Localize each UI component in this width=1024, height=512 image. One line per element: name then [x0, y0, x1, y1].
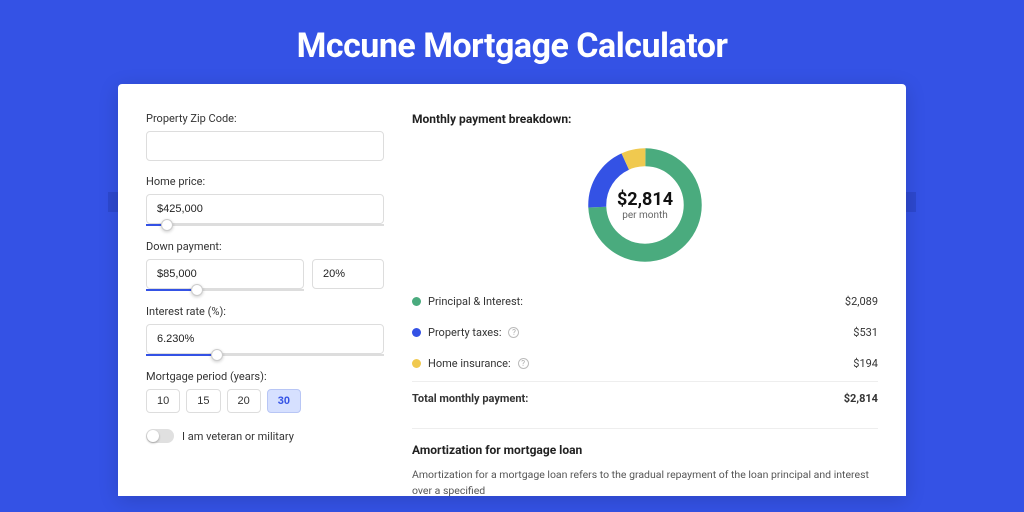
- home-price-input[interactable]: [146, 194, 384, 224]
- interest-rate-field-group: Interest rate (%):: [146, 305, 384, 356]
- legend-total-value: $2,814: [844, 392, 878, 405]
- form-column: Property Zip Code: Home price: Down paym…: [146, 112, 384, 496]
- calculator-panel: Property Zip Code: Home price: Down paym…: [118, 84, 906, 496]
- home-price-label: Home price:: [146, 175, 384, 188]
- period-btn-20[interactable]: 20: [227, 389, 261, 413]
- slider-thumb[interactable]: [191, 284, 203, 296]
- down-payment-input[interactable]: [146, 259, 304, 289]
- period-btn-10[interactable]: 10: [146, 389, 180, 413]
- amortization-title: Amortization for mortgage loan: [412, 443, 878, 457]
- interest-rate-input[interactable]: [146, 324, 384, 354]
- legend-label: Home insurance:: [428, 357, 511, 370]
- donut-chart: $2,814 per month: [582, 142, 708, 268]
- dot-icon: [412, 328, 421, 337]
- dot-icon: [412, 297, 421, 306]
- legend-value: $2,089: [845, 295, 878, 308]
- period-label: Mortgage period (years):: [146, 370, 384, 383]
- veteran-label: I am veteran or military: [182, 430, 294, 443]
- legend-total-label: Total monthly payment:: [412, 392, 528, 405]
- legend-row-taxes: Property taxes: ? $531: [412, 317, 878, 348]
- legend-row-insurance: Home insurance: ? $194: [412, 348, 878, 379]
- down-payment-pct-input[interactable]: [312, 259, 384, 289]
- veteran-toggle[interactable]: [146, 429, 174, 443]
- down-payment-field-group: Down payment:: [146, 240, 384, 291]
- info-icon[interactable]: ?: [518, 358, 529, 369]
- info-icon[interactable]: ?: [508, 327, 519, 338]
- breakdown-title: Monthly payment breakdown:: [412, 112, 878, 126]
- legend-value: $194: [853, 357, 878, 370]
- legend-row-total: Total monthly payment: $2,814: [412, 381, 878, 414]
- home-price-slider[interactable]: [146, 224, 384, 226]
- page-title: Mccune Mortgage Calculator: [0, 0, 1024, 84]
- legend-label: Principal & Interest:: [428, 295, 523, 308]
- legend-value: $531: [853, 326, 878, 339]
- zip-field-group: Property Zip Code:: [146, 112, 384, 161]
- amortization-text: Amortization for a mortgage loan refers …: [412, 467, 878, 499]
- slider-thumb[interactable]: [161, 219, 173, 231]
- donut-center: $2,814 per month: [617, 189, 673, 221]
- period-btn-15[interactable]: 15: [186, 389, 220, 413]
- down-payment-label: Down payment:: [146, 240, 384, 253]
- slider-thumb[interactable]: [211, 349, 223, 361]
- home-price-field-group: Home price:: [146, 175, 384, 226]
- period-options: 10 15 20 30: [146, 389, 384, 413]
- donut-chart-wrap: $2,814 per month: [412, 138, 878, 286]
- interest-rate-label: Interest rate (%):: [146, 305, 384, 318]
- down-payment-slider[interactable]: [146, 289, 304, 291]
- period-btn-30[interactable]: 30: [267, 389, 301, 413]
- amortization-section: Amortization for mortgage loan Amortizat…: [412, 428, 878, 499]
- legend-row-principal: Principal & Interest: $2,089: [412, 286, 878, 317]
- period-field-group: Mortgage period (years): 10 15 20 30: [146, 370, 384, 413]
- legend-label: Property taxes:: [428, 326, 501, 339]
- breakdown-column: Monthly payment breakdown: $2,814 per mo…: [412, 112, 878, 496]
- zip-label: Property Zip Code:: [146, 112, 384, 125]
- veteran-toggle-row: I am veteran or military: [146, 429, 384, 443]
- interest-rate-slider[interactable]: [146, 354, 384, 356]
- toggle-knob: [147, 430, 159, 442]
- donut-amount: $2,814: [617, 189, 673, 210]
- donut-sub: per month: [617, 210, 673, 221]
- dot-icon: [412, 359, 421, 368]
- zip-input[interactable]: [146, 131, 384, 161]
